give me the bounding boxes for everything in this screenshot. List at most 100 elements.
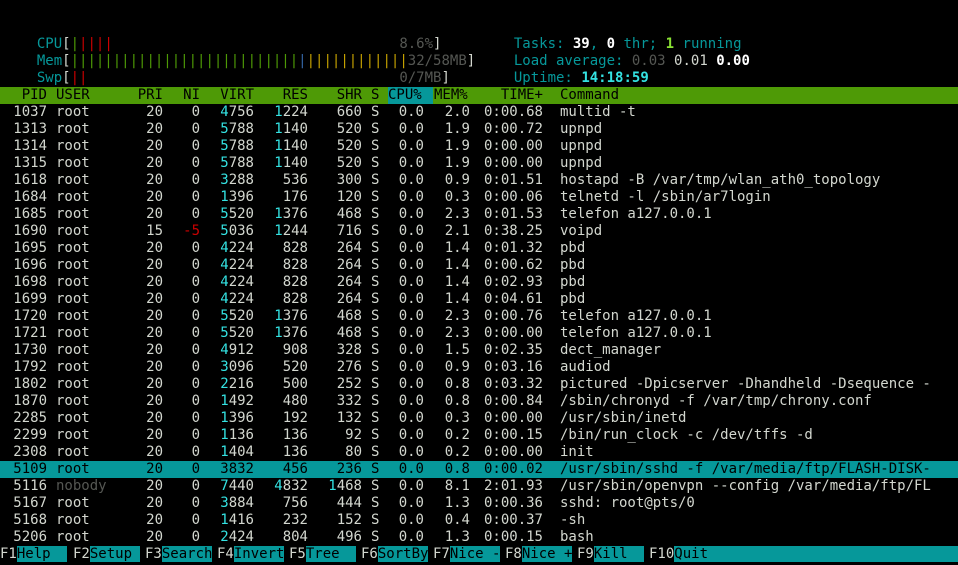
col-pid[interactable]: PID	[0, 87, 47, 104]
fkey-key: F6	[361, 546, 378, 562]
col-command[interactable]: Command	[560, 87, 619, 104]
col-res[interactable]: RES	[260, 87, 308, 104]
col-shr[interactable]: SHR	[315, 87, 362, 104]
cell-shr: 444	[336, 495, 362, 511]
table-row[interactable]: 1696 root 20 0 4224 828 264 S 0.0 1.4 0:00.62 pbd	[0, 257, 958, 274]
fkey-label: SortBy	[377, 546, 429, 562]
table-row[interactable]: 2299 root 20 0 1136 136 92 S 0.0 0.2 0:00.15/bin/r…	[0, 427, 958, 444]
fkey-key: F3	[145, 546, 162, 562]
cell-cpu: 0.0	[398, 257, 424, 273]
cell-virt: 5520	[220, 325, 254, 341]
cell-pri: 20	[146, 393, 163, 409]
table-row[interactable]: 1699 root 20 0 4224 828 264 S 0.0 1.4 0:04.61 pbd	[0, 291, 958, 308]
table-row[interactable]: 5168 root 20 0 1416 232 152 S 0.0 0.4 0:00.37 -sh	[0, 512, 958, 529]
fkey-f9[interactable]: F9Kill	[577, 546, 645, 563]
cell-user: root	[56, 410, 90, 426]
table-row[interactable]: 1315 root 20 0 5788 1140 520 S 0.0 1.9 0:00.00 upnp…	[0, 155, 958, 172]
col-cpu-sorted[interactable]: CPU%	[388, 87, 433, 104]
fkey-label: Help	[16, 546, 68, 562]
cell-state: S	[371, 325, 380, 341]
cell-command: multid -t	[560, 104, 636, 120]
cell-pid: 5109	[13, 461, 47, 477]
cell-command: pbd	[560, 257, 586, 273]
cell-pid: 2285	[13, 410, 47, 426]
fkey-f5[interactable]: F5Tree	[289, 546, 357, 563]
cell-ni: 0	[191, 104, 200, 120]
table-row[interactable]: 1618 root 20 0 3288 536 300 S 0.0 0.9 0:01.51 hosta…	[0, 172, 958, 189]
table-row[interactable]: 1870 root 20 0 1492 480 332 S 0.0 0.8 0:00.84/sbin…	[0, 393, 958, 410]
process-list[interactable]: 1037 root 20 0 4756 1224 660 S 0.0 2.0 0:00.68 mult…	[0, 104, 958, 546]
cell-command: /usr/sbin/openvpn --config /var/media/ft…	[560, 478, 931, 494]
col-pri[interactable]: PRI	[130, 87, 163, 104]
cell-pid: 1315	[13, 155, 47, 171]
cell-pri: 20	[146, 206, 163, 222]
fkey-f3[interactable]: F3Search	[145, 546, 213, 563]
table-row[interactable]: 1698 root 20 0 4224 828 264 S 0.0 1.4 0:02.93 pbd	[0, 274, 958, 291]
table-row[interactable]: 5206 root 20 0 2424 804 496 S 0.0 1.3 0:00.15 bash	[0, 529, 958, 546]
cell-cpu: 0.0	[398, 274, 424, 290]
table-row-selected[interactable]: 5109 root 20 0 3832 456 236 S 0.0 0.8 0:00.02/usr/…	[0, 461, 958, 478]
table-row[interactable]: 1314 root 20 0 5788 1140 520 S 0.0 1.9 0:00.00 upnp…	[0, 138, 958, 155]
cell-mem: 1.5	[444, 342, 470, 358]
table-row[interactable]: 5116 nobody 20 0 7440 4832 1468 S 0.0 8.1 2:01.93 /…	[0, 478, 958, 495]
cell-state: S	[371, 240, 380, 256]
fkey-key: F2	[73, 546, 90, 562]
fkey-f2[interactable]: F2Setup	[73, 546, 141, 563]
col-user[interactable]: USER	[56, 87, 90, 104]
table-row[interactable]: 2308 root 20 0 1404 136 80 S 0.0 0.2 0:00.00 init	[0, 444, 958, 461]
cell-command: audiod	[560, 359, 611, 375]
cell-pri: 20	[146, 359, 163, 375]
cell-pri: 20	[146, 444, 163, 460]
table-row[interactable]: 1802 root 20 0 2216 500 252 S 0.0 0.8 0:03.32 pictu…	[0, 376, 958, 393]
fkey-f10[interactable]: F10Quit	[649, 546, 958, 563]
col-state[interactable]: S	[371, 87, 379, 104]
cell-pid: 1690	[13, 223, 47, 239]
cell-command: upnpd	[560, 121, 603, 137]
cell-shr: 496	[336, 529, 362, 545]
cell-mem: 1.9	[444, 121, 470, 137]
cell-shr: 252	[336, 376, 362, 392]
table-row[interactable]: 1695 root 20 0 4224 828 264 S 0.0 1.4 0:01.32 pbd	[0, 240, 958, 257]
table-row[interactable]: 1037 root 20 0 4756 1224 660 S 0.0 2.0 0:00.68 mult…	[0, 104, 958, 121]
cell-res: 192	[282, 410, 308, 426]
cell-command: pbd	[560, 240, 586, 256]
table-row[interactable]: 1685 root 20 0 5520 1376 468 S 0.0 2.3 0:01.53 tele…	[0, 206, 958, 223]
cell-mem: 1.4	[444, 257, 470, 273]
table-row[interactable]: 1792 root 20 0 3096 520 276 S 0.0 0.9 0:03.16 audio…	[0, 359, 958, 376]
col-time[interactable]: TIME+	[480, 87, 543, 104]
cell-pri: 20	[146, 478, 163, 494]
fkey-f4[interactable]: F4Invert	[217, 546, 285, 563]
cell-time: 0:00.15	[483, 529, 543, 545]
fkey-f7[interactable]: F7Nice -	[433, 546, 501, 563]
col-virt[interactable]: VIRT	[205, 87, 254, 104]
cell-shr: 264	[336, 240, 362, 256]
table-row[interactable]: 1690 root 15 -5 5036 1244 716 S 0.0 2.1 0:38.25 voi…	[0, 223, 958, 240]
table-row[interactable]: 1730 root 20 0 4912 908 328 S 0.0 1.5 0:02.35 dect_…	[0, 342, 958, 359]
cell-time: 0:02.93	[483, 274, 543, 290]
cell-user: root	[56, 529, 90, 545]
table-row[interactable]: 1313 root 20 0 5788 1140 520 S 0.0 1.9 0:00.72 upnp…	[0, 121, 958, 138]
table-row[interactable]: 2285 root 20 0 1396 192 132 S 0.0 0.3 0:00.00/usr/…	[0, 410, 958, 427]
cell-pid: 2308	[13, 444, 47, 460]
table-row[interactable]: 5167 root 20 0 3884 756 444 S 0.0 1.3 0:00.36 sshd:…	[0, 495, 958, 512]
process-table-header[interactable]: PID USER PRI NI VIRT RES SHR S CPU% MEM%…	[0, 87, 958, 104]
cell-pri: 20	[146, 376, 163, 392]
cell-res: 1224	[274, 104, 308, 120]
cell-res: 4832	[274, 478, 308, 494]
cell-ni: 0	[191, 138, 200, 154]
fkey-f6[interactable]: F6SortBy	[361, 546, 429, 563]
cell-shr: 660	[336, 104, 362, 120]
table-row[interactable]: 1721 root 20 0 5520 1376 468 S 0.0 2.3 0:00.00 tele…	[0, 325, 958, 342]
cell-time: 0:38.25	[483, 223, 543, 239]
table-row[interactable]: 1720 root 20 0 5520 1376 468 S 0.0 2.3 0:00.76 tele…	[0, 308, 958, 325]
col-ni[interactable]: NI	[170, 87, 200, 104]
cell-ni: 0	[191, 291, 200, 307]
fkey-f8[interactable]: F8Nice +	[505, 546, 573, 563]
cell-pri: 20	[146, 461, 163, 477]
table-row[interactable]: 1684 root 20 0 1396 176 120 S 0.0 0.3 0:00.06 telne…	[0, 189, 958, 206]
cell-state: S	[371, 359, 380, 375]
fkey-f1[interactable]: F1Help	[0, 546, 68, 563]
col-mem[interactable]: MEM%	[434, 87, 468, 104]
cell-pri: 20	[146, 427, 163, 443]
cell-shr: 92	[345, 427, 362, 443]
